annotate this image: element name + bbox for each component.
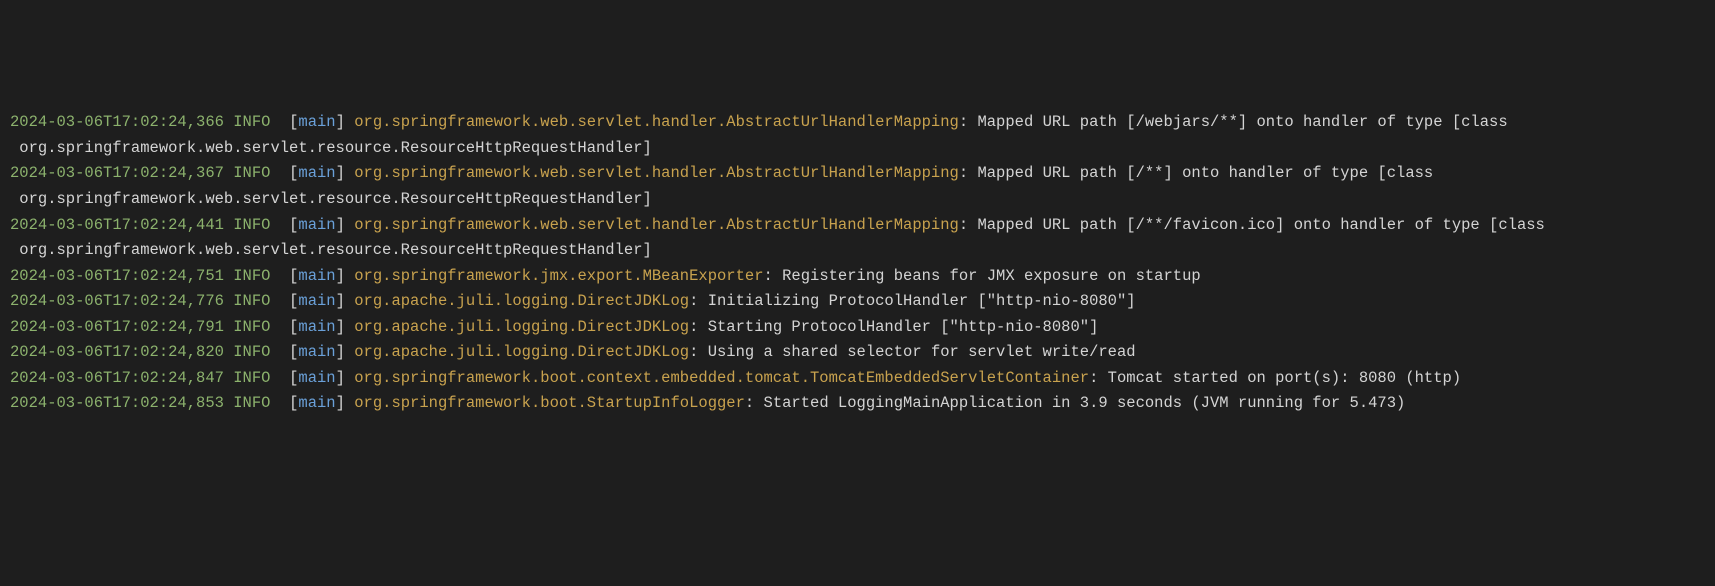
bracket-open: [: [289, 164, 298, 182]
log-thread: main: [298, 318, 335, 336]
log-logger: org.springframework.jmx.export.MBeanExpo…: [354, 267, 763, 285]
log-timestamp: 2024-03-06T17:02:24,820: [10, 343, 224, 361]
log-separator: :: [745, 394, 764, 412]
log-logger: org.apache.juli.logging.DirectJDKLog: [354, 343, 689, 361]
log-level: INFO: [233, 164, 270, 182]
bracket-close: ]: [336, 343, 345, 361]
log-entry: 2024-03-06T17:02:24,820 INFO [main] org.…: [10, 340, 1705, 366]
log-separator: :: [689, 343, 708, 361]
log-timestamp: 2024-03-06T17:02:24,441: [10, 216, 224, 234]
log-logger: org.springframework.web.servlet.handler.…: [354, 164, 959, 182]
log-entry: 2024-03-06T17:02:24,367 INFO [main] org.…: [10, 161, 1705, 212]
log-level: INFO: [233, 267, 270, 285]
console-log-output[interactable]: 2024-03-06T17:02:24,366 INFO [main] org.…: [10, 110, 1705, 417]
log-logger: org.springframework.web.servlet.handler.…: [354, 113, 959, 131]
bracket-close: ]: [336, 369, 345, 387]
log-level: INFO: [233, 343, 270, 361]
log-message: Initializing ProtocolHandler ["http-nio-…: [708, 292, 1136, 310]
log-timestamp: 2024-03-06T17:02:24,366: [10, 113, 224, 131]
log-logger: org.springframework.web.servlet.handler.…: [354, 216, 959, 234]
log-separator: :: [959, 164, 978, 182]
log-timestamp: 2024-03-06T17:02:24,853: [10, 394, 224, 412]
log-thread: main: [298, 216, 335, 234]
bracket-close: ]: [336, 113, 345, 131]
log-logger: org.apache.juli.logging.DirectJDKLog: [354, 292, 689, 310]
bracket-open: [: [289, 113, 298, 131]
log-thread: main: [298, 369, 335, 387]
log-thread: main: [298, 394, 335, 412]
log-timestamp: 2024-03-06T17:02:24,847: [10, 369, 224, 387]
bracket-open: [: [289, 369, 298, 387]
log-timestamp: 2024-03-06T17:02:24,791: [10, 318, 224, 336]
log-thread: main: [298, 164, 335, 182]
log-message: Started LoggingMainApplication in 3.9 se…: [764, 394, 1406, 412]
log-separator: :: [764, 267, 783, 285]
log-logger: org.springframework.boot.StartupInfoLogg…: [354, 394, 745, 412]
bracket-open: [: [289, 292, 298, 310]
bracket-open: [: [289, 394, 298, 412]
log-thread: main: [298, 267, 335, 285]
log-entry: 2024-03-06T17:02:24,853 INFO [main] org.…: [10, 391, 1705, 417]
log-message: Starting ProtocolHandler ["http-nio-8080…: [708, 318, 1099, 336]
log-thread: main: [298, 292, 335, 310]
bracket-close: ]: [336, 394, 345, 412]
log-separator: :: [959, 216, 978, 234]
log-message: Registering beans for JMX exposure on st…: [782, 267, 1201, 285]
bracket-close: ]: [336, 292, 345, 310]
log-thread: main: [298, 343, 335, 361]
log-level: INFO: [233, 369, 270, 387]
bracket-close: ]: [336, 164, 345, 182]
log-entry: 2024-03-06T17:02:24,791 INFO [main] org.…: [10, 315, 1705, 341]
log-message: Tomcat started on port(s): 8080 (http): [1108, 369, 1461, 387]
log-level: INFO: [233, 292, 270, 310]
log-entry: 2024-03-06T17:02:24,441 INFO [main] org.…: [10, 213, 1705, 264]
log-separator: :: [959, 113, 978, 131]
log-separator: :: [689, 318, 708, 336]
log-level: INFO: [233, 318, 270, 336]
log-level: INFO: [233, 113, 270, 131]
bracket-open: [: [289, 343, 298, 361]
log-entry: 2024-03-06T17:02:24,751 INFO [main] org.…: [10, 264, 1705, 290]
log-separator: :: [1089, 369, 1108, 387]
bracket-open: [: [289, 318, 298, 336]
log-entry: 2024-03-06T17:02:24,847 INFO [main] org.…: [10, 366, 1705, 392]
log-logger: org.apache.juli.logging.DirectJDKLog: [354, 318, 689, 336]
log-timestamp: 2024-03-06T17:02:24,751: [10, 267, 224, 285]
log-entry: 2024-03-06T17:02:24,776 INFO [main] org.…: [10, 289, 1705, 315]
log-level: INFO: [233, 394, 270, 412]
bracket-close: ]: [336, 267, 345, 285]
log-thread: main: [298, 113, 335, 131]
log-timestamp: 2024-03-06T17:02:24,367: [10, 164, 224, 182]
bracket-open: [: [289, 267, 298, 285]
bracket-open: [: [289, 216, 298, 234]
log-timestamp: 2024-03-06T17:02:24,776: [10, 292, 224, 310]
bracket-close: ]: [336, 318, 345, 336]
log-level: INFO: [233, 216, 270, 234]
log-entry: 2024-03-06T17:02:24,366 INFO [main] org.…: [10, 110, 1705, 161]
log-message: Using a shared selector for servlet writ…: [708, 343, 1136, 361]
bracket-close: ]: [336, 216, 345, 234]
log-separator: :: [689, 292, 708, 310]
log-logger: org.springframework.boot.context.embedde…: [354, 369, 1089, 387]
